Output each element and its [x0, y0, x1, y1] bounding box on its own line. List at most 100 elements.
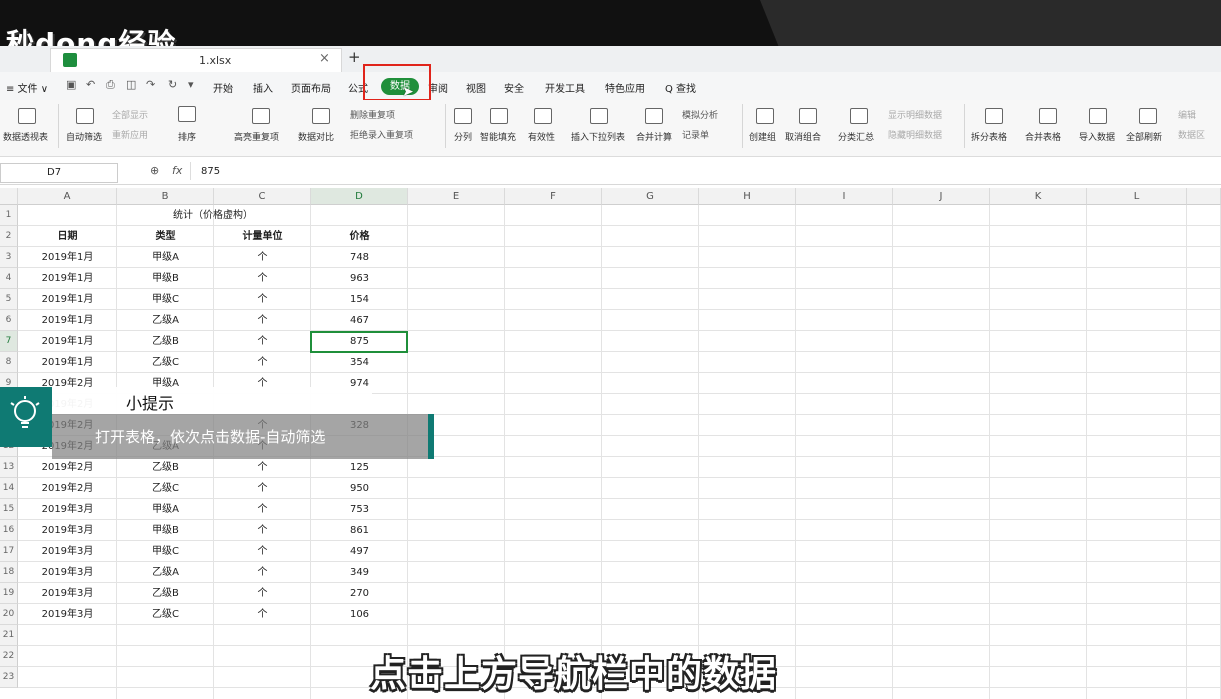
- row-header[interactable]: 20: [0, 604, 18, 625]
- table-header-cell[interactable]: 类型: [117, 226, 214, 247]
- row-header[interactable]: 22: [0, 646, 18, 667]
- reject-dup-button[interactable]: 拒绝录入重复项: [350, 128, 413, 141]
- table-cell[interactable]: 748: [311, 247, 408, 268]
- row-header[interactable]: 23: [0, 667, 18, 688]
- undo-icon[interactable]: ↶: [86, 78, 95, 91]
- fx-icon[interactable]: fx: [172, 164, 182, 177]
- table-cell[interactable]: 个: [214, 247, 311, 268]
- table-cell[interactable]: 个: [214, 583, 311, 604]
- table-cell[interactable]: 甲级C: [117, 541, 214, 562]
- table-cell[interactable]: 861: [311, 520, 408, 541]
- menu-special[interactable]: 特色应用: [605, 80, 645, 95]
- compare-button[interactable]: 数据对比: [298, 130, 334, 143]
- table-cell[interactable]: 2019年1月: [18, 310, 117, 331]
- table-cell[interactable]: 乙级C: [117, 352, 214, 373]
- table-cell[interactable]: 个: [214, 562, 311, 583]
- simulate-button[interactable]: 模拟分析: [682, 108, 718, 121]
- highlight-dup-button[interactable]: 高亮重复项: [234, 130, 279, 143]
- table-cell[interactable]: 乙级B: [117, 583, 214, 604]
- column-header[interactable]: A: [18, 188, 117, 205]
- table-cell[interactable]: 乙级B: [117, 331, 214, 352]
- column-header[interactable]: G: [602, 188, 699, 205]
- column-header[interactable]: H: [699, 188, 796, 205]
- refresh-all-button[interactable]: 全部刷新: [1126, 130, 1162, 143]
- column-header[interactable]: J: [893, 188, 990, 205]
- column-header[interactable]: I: [796, 188, 893, 205]
- table-cell[interactable]: 2019年1月: [18, 268, 117, 289]
- menu-insert[interactable]: 插入: [253, 80, 273, 95]
- column-header[interactable]: E: [408, 188, 505, 205]
- menu-security[interactable]: 安全: [504, 80, 524, 95]
- column-header-selected[interactable]: D: [311, 188, 408, 205]
- remove-dup-button[interactable]: 删除重复项: [350, 108, 395, 121]
- autofilter-button[interactable]: 自动筛选: [66, 130, 102, 143]
- table-cell[interactable]: 甲级A: [117, 247, 214, 268]
- edit-link-button[interactable]: 编辑: [1178, 108, 1196, 121]
- table-header-cell[interactable]: 价格: [311, 226, 408, 247]
- formula-input[interactable]: 875: [190, 162, 1221, 180]
- table-cell[interactable]: 2019年1月: [18, 331, 117, 352]
- menu-page-layout[interactable]: 页面布局: [291, 80, 331, 95]
- table-cell[interactable]: 个: [214, 310, 311, 331]
- table-cell[interactable]: 个: [214, 457, 311, 478]
- row-header[interactable]: 5: [0, 289, 18, 310]
- table-cell[interactable]: 106: [311, 604, 408, 625]
- table-header-cell[interactable]: 日期: [18, 226, 117, 247]
- column-header[interactable]: [1187, 188, 1221, 205]
- table-cell[interactable]: 2019年1月: [18, 289, 117, 310]
- insert-dropdown-button[interactable]: 插入下拉列表: [571, 130, 625, 143]
- table-cell[interactable]: 个: [214, 520, 311, 541]
- table-header-cell[interactable]: 计量单位: [214, 226, 311, 247]
- sheet-title[interactable]: 统计（价格虚构）: [18, 205, 408, 226]
- table-cell[interactable]: 2019年3月: [18, 520, 117, 541]
- table-cell[interactable]: 125: [311, 457, 408, 478]
- save-icon[interactable]: ▣: [66, 78, 76, 91]
- table-cell[interactable]: 2019年3月: [18, 604, 117, 625]
- table-cell[interactable]: 个: [214, 289, 311, 310]
- table-cell[interactable]: 个: [214, 604, 311, 625]
- table-cell[interactable]: 个: [214, 541, 311, 562]
- print-icon[interactable]: ⎙: [106, 78, 115, 92]
- select-all-corner[interactable]: [0, 188, 18, 205]
- table-cell[interactable]: 950: [311, 478, 408, 499]
- column-header[interactable]: B: [117, 188, 214, 205]
- active-cell[interactable]: [310, 331, 408, 353]
- table-cell[interactable]: 2019年3月: [18, 583, 117, 604]
- row-header[interactable]: 1: [0, 205, 18, 226]
- row-header[interactable]: 8: [0, 352, 18, 373]
- table-cell[interactable]: 甲级B: [117, 268, 214, 289]
- table-cell[interactable]: 乙级B: [117, 457, 214, 478]
- repeat-icon[interactable]: ↻: [168, 78, 177, 91]
- table-cell[interactable]: 2019年2月: [18, 478, 117, 499]
- file-menu[interactable]: ≡ 文件 ∨: [6, 80, 48, 95]
- row-header[interactable]: 16: [0, 520, 18, 541]
- table-cell[interactable]: 963: [311, 268, 408, 289]
- split-table-button[interactable]: 拆分表格: [971, 130, 1007, 143]
- table-cell[interactable]: 354: [311, 352, 408, 373]
- table-cell[interactable]: 2019年1月: [18, 352, 117, 373]
- create-group-button[interactable]: 创建组: [749, 130, 776, 143]
- table-cell[interactable]: 个: [214, 478, 311, 499]
- table-cell[interactable]: 乙级C: [117, 478, 214, 499]
- pivot-table-button[interactable]: 数据透视表: [3, 130, 48, 143]
- row-header[interactable]: 15: [0, 499, 18, 520]
- row-header[interactable]: 13: [0, 457, 18, 478]
- row-header[interactable]: 7: [0, 331, 18, 352]
- merge-table-button[interactable]: 合并表格: [1025, 130, 1061, 143]
- table-cell[interactable]: 2019年3月: [18, 562, 117, 583]
- table-cell[interactable]: 349: [311, 562, 408, 583]
- subtotal-button[interactable]: 分类汇总: [838, 130, 874, 143]
- row-header[interactable]: 2: [0, 226, 18, 247]
- file-tab[interactable]: 1.xlsx ×: [50, 48, 342, 73]
- table-cell[interactable]: 个: [214, 352, 311, 373]
- table-cell[interactable]: 乙级A: [117, 562, 214, 583]
- table-cell[interactable]: 个: [214, 268, 311, 289]
- row-header[interactable]: 14: [0, 478, 18, 499]
- row-header[interactable]: 3: [0, 247, 18, 268]
- import-data-button[interactable]: 导入数据: [1079, 130, 1115, 143]
- validity-button[interactable]: 有效性: [528, 130, 555, 143]
- column-header[interactable]: F: [505, 188, 602, 205]
- table-cell[interactable]: 乙级C: [117, 604, 214, 625]
- column-header[interactable]: K: [990, 188, 1087, 205]
- close-icon[interactable]: ×: [319, 51, 330, 66]
